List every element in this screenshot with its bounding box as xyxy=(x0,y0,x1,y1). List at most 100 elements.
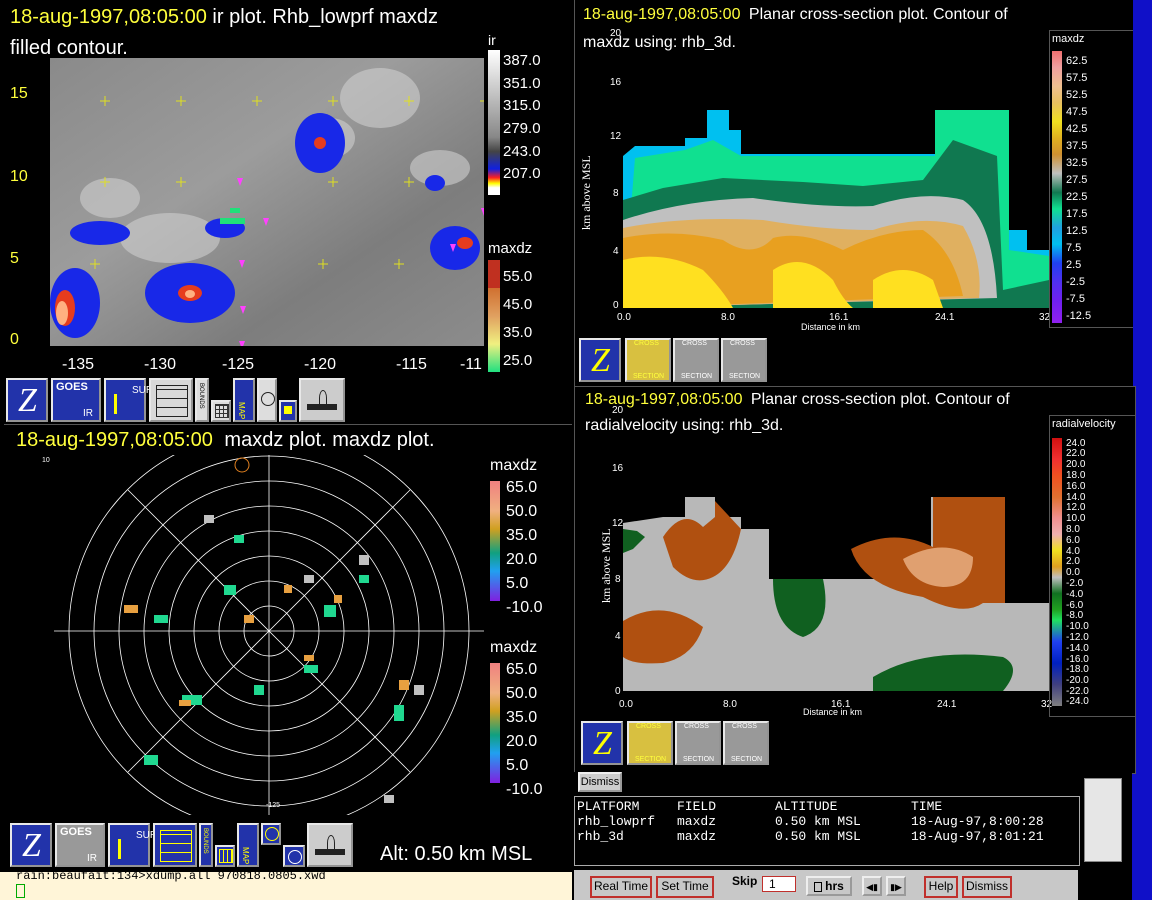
colorbar-label: 315.0 xyxy=(503,97,541,114)
colorbar-label: 35.0 xyxy=(503,324,533,341)
header-altitude: ALTITUDE xyxy=(775,799,838,814)
cell-altitude: 0.50 km MSL xyxy=(775,829,861,844)
ir-plot-window: 18-aug-1997,08:05:00 ir plot. Rhb_lowprf… xyxy=(0,0,572,378)
help-button[interactable]: Help xyxy=(924,876,958,898)
radar-timestamp: 18-aug-1997,08:05:00 xyxy=(16,429,213,451)
colorbar-title: maxdz xyxy=(1052,33,1085,45)
y-tick: 4 xyxy=(613,246,619,257)
cross-section-button[interactable]: CROSS SECTION xyxy=(721,338,767,382)
xsec-maxdz-plot[interactable] xyxy=(623,80,1049,308)
cross-section-button[interactable]: CROSS SECTION xyxy=(675,721,721,765)
ship-icon[interactable] xyxy=(307,823,353,867)
colorbar-label: 20.0 xyxy=(506,551,538,568)
xsec-timestamp: 18-aug-1997,08:05:00 xyxy=(585,391,743,408)
xsec-velocity-colorbar: radialvelocity 24.0 22.0 20.0 18.0 16.0 … xyxy=(1049,415,1135,717)
grid-icon[interactable] xyxy=(211,400,231,422)
colorbar-label: 50.0 xyxy=(506,503,538,520)
range-rings-icon[interactable] xyxy=(257,378,277,422)
cross-section-button[interactable]: CROSS SECTION xyxy=(673,338,719,382)
skip-input[interactable]: 1 xyxy=(762,876,796,892)
colorbar-label: 17.5 xyxy=(1066,208,1088,220)
colorbar-label: 5.0 xyxy=(506,575,529,592)
info-table: PLATFORM FIELD ALTITUDE TIME rhb_lowprf … xyxy=(574,796,1080,866)
ir-timestamp: 18-aug-1997,08:05:00 xyxy=(10,6,207,28)
zebra-z-icon[interactable]: Z xyxy=(6,378,48,422)
bounds-icon[interactable]: BOUNDS xyxy=(199,823,213,867)
colorbar-label: 8.0 xyxy=(1066,524,1080,535)
radar-ppi-display[interactable] xyxy=(4,455,484,815)
xsec-xlabel: Distance in km xyxy=(803,707,863,717)
ship-icon[interactable] xyxy=(299,378,345,422)
xsec-velocity-plot[interactable] xyxy=(623,467,1049,691)
colorbar-label: 62.5 xyxy=(1066,55,1088,67)
step-back-button[interactable]: ◀▮ xyxy=(862,876,882,896)
step-forward-button[interactable]: ▮▶ xyxy=(886,876,906,896)
surface-icon[interactable]: SUR xyxy=(104,378,153,422)
colorbar-label: 12.5 xyxy=(1066,225,1088,237)
set-time-button[interactable]: Set Time xyxy=(656,876,714,898)
colorbar-label: -2.5 xyxy=(1066,276,1085,288)
colorbar-label: 20.0 xyxy=(1066,459,1086,470)
x-tick: -135 xyxy=(62,356,95,373)
maxdz-colorbar: maxdz 55.0 45.0 35.0 25.0 xyxy=(486,238,572,378)
colorbar-label: 22.0 xyxy=(1066,448,1086,459)
colorbar-label: 2.5 xyxy=(1066,259,1082,271)
grid-icon[interactable] xyxy=(215,845,235,867)
ship-marker-icon[interactable] xyxy=(279,400,297,422)
time-control-bar: Real Time Set Time Skip 1 hrs ◀▮ ▮▶ Help… xyxy=(574,870,1078,900)
cell-platform: rhb_lowprf xyxy=(577,814,656,829)
cross-section-button[interactable]: CROSS SECTION xyxy=(625,338,671,382)
sounding-icon[interactable] xyxy=(153,823,197,867)
step-forward-icon: ▮▶ xyxy=(890,882,902,892)
zebra-z-icon[interactable]: Z xyxy=(579,338,621,382)
side-panel xyxy=(1084,778,1122,862)
ir-x-axis: -135 -130 -125 -120 -115 -11 xyxy=(50,356,490,376)
colorbar-title: radialvelocity xyxy=(1052,418,1116,430)
circle-marker-icon[interactable] xyxy=(283,845,305,867)
range-rings-icon[interactable] xyxy=(261,823,281,845)
y-tick: 20 xyxy=(612,405,624,416)
colorbar-label: 45.0 xyxy=(503,296,533,313)
sounding-icon[interactable] xyxy=(149,378,193,422)
colorbar-label: 387.0 xyxy=(503,52,541,69)
radar-bottom-label: -125 xyxy=(266,802,281,809)
zebra-z-icon[interactable]: Z xyxy=(581,721,623,765)
map-icon[interactable]: MAP xyxy=(233,378,255,422)
y-tick: 8 xyxy=(613,188,619,199)
cell-field: maxdz xyxy=(677,814,717,829)
colorbar-label: 22.5 xyxy=(1066,191,1088,203)
colorbar-label: 32.5 xyxy=(1066,157,1088,169)
x-tick: -125 xyxy=(222,356,255,373)
radar-colorbar-2: maxdz 65.0 50.0 35.0 20.0 5.0 -10.0 xyxy=(488,639,572,799)
ir-satellite-image[interactable] xyxy=(50,58,484,346)
colorbar-label: 47.5 xyxy=(1066,106,1088,118)
header-platform: PLATFORM xyxy=(577,799,640,814)
y-tick: 8 xyxy=(615,574,621,585)
goes-ir-icon[interactable]: GOES IR xyxy=(55,823,105,867)
cell-altitude: 0.50 km MSL xyxy=(775,814,861,829)
radar-title: maxdz plot. maxdz plot. xyxy=(224,429,435,451)
terminal-window[interactable]: rain:beaufait:134>xdump.all 970818.0805.… xyxy=(0,869,572,900)
goes-ir-icon[interactable]: GOES IR xyxy=(51,378,101,422)
y-tick: 0 xyxy=(615,686,621,697)
colorbar-label: 0.0 xyxy=(1066,567,1080,578)
bounds-icon[interactable]: BOUNDS xyxy=(195,378,209,422)
dismiss-control-button[interactable]: Dismiss xyxy=(962,876,1012,898)
map-icon[interactable]: MAP xyxy=(237,823,259,867)
x-tick: 24.1 xyxy=(937,699,957,710)
zebra-z-icon[interactable]: Z xyxy=(10,823,52,867)
dismiss-button[interactable]: Dismiss xyxy=(578,772,622,792)
cross-section-button[interactable]: CROSS SECTION xyxy=(723,721,769,765)
xsec-velocity-window: 18-aug-1997,08:05:00 Planar cross-sectio… xyxy=(574,386,1136,774)
colorbar-label: 207.0 xyxy=(503,165,541,182)
ir-y-axis: 15 10 5 0 xyxy=(10,85,40,355)
colorbar-label: 279.0 xyxy=(503,120,541,137)
cross-section-button[interactable]: CROSS SECTION xyxy=(627,721,673,765)
y-tick: 16 xyxy=(610,77,622,88)
colorbar-label: 16.0 xyxy=(1066,481,1086,492)
colorbar-label: 7.5 xyxy=(1066,242,1082,254)
surface-icon[interactable]: SUR xyxy=(108,823,157,867)
colorbar-label: 25.0 xyxy=(503,352,533,369)
hrs-button[interactable]: hrs xyxy=(806,876,852,896)
real-time-button[interactable]: Real Time xyxy=(590,876,652,898)
